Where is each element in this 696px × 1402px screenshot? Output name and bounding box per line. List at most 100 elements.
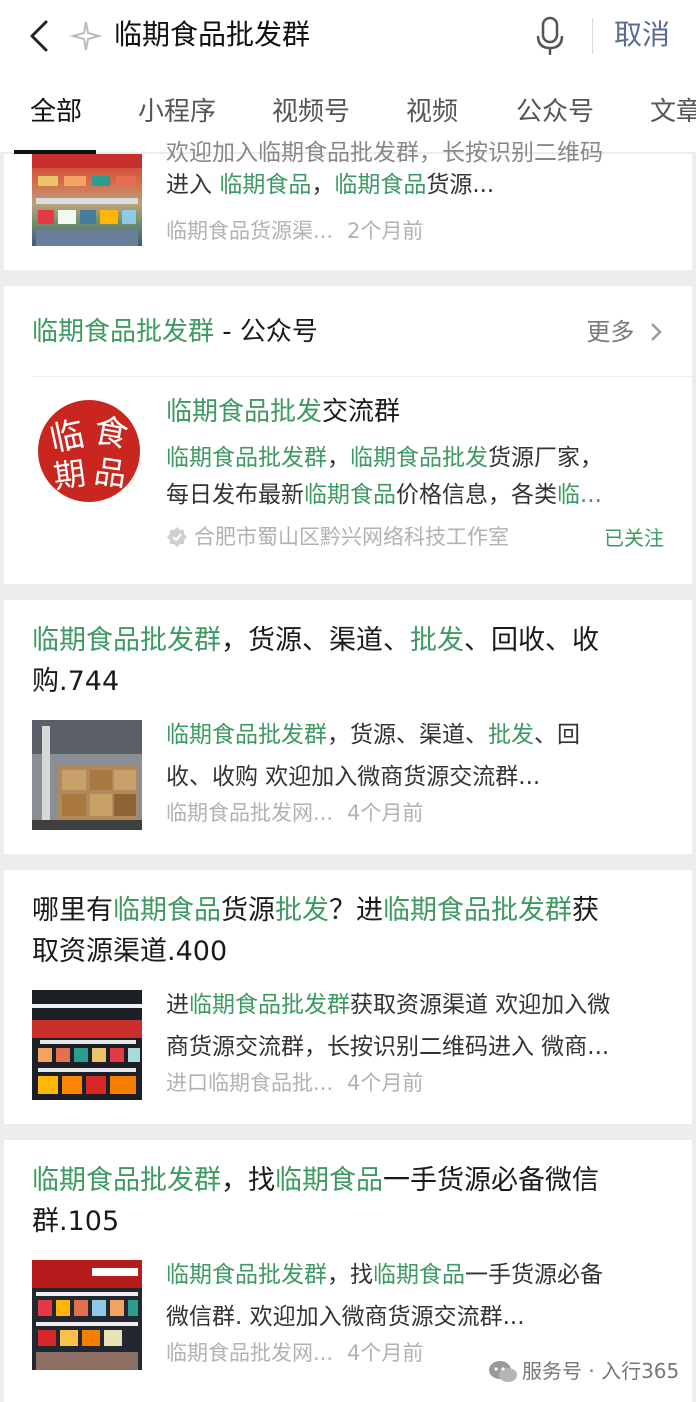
search-bar: 临期食品批发群 取消 bbox=[0, 0, 696, 72]
snippet-highlight: 临期食品 bbox=[373, 1262, 465, 1288]
title-highlight: 临期食品批发群 bbox=[32, 1165, 221, 1196]
result-title: 哪里有临期食品货源批发？进临期食品批发群获取资源渠道.400 bbox=[32, 890, 668, 972]
official-account-description: 临期食品批发群，临期食品批发货源厂家， 每日发布最新临期食品价格信息，各类临..… bbox=[166, 440, 672, 514]
tab-official-accounts[interactable]: 公众号 bbox=[516, 92, 594, 132]
logo-character: 品 bbox=[92, 452, 129, 494]
result-card-1[interactable]: 临期食品批发群，货源、渠道、批发、回收、收 购.744 临期食品批发群，货源、渠道… bbox=[4, 600, 692, 854]
desc-text: 每日发布最新 bbox=[166, 482, 304, 508]
result-snippet: 进临期食品批发群获取资源渠道 欢迎加入微 商货源交流群，长按识别二维码进入 微商… bbox=[166, 984, 668, 1068]
tab-mini-programs[interactable]: 小程序 bbox=[138, 92, 216, 132]
title-text: 购.744 bbox=[32, 666, 120, 697]
snippet-text: 一手货源必备 bbox=[465, 1262, 603, 1288]
result-card-2[interactable]: 哪里有临期食品货源批发？进临期食品批发群获 取资源渠道.400 进临期食品批发群获… bbox=[4, 870, 692, 1124]
result-card-0[interactable]: 欢迎加入临期食品批发群，长按识别二维码 进入 临期食品，临期食品货源... 临期… bbox=[4, 140, 692, 270]
snippet-text: 微信群. 欢迎加入微商货源交流群... bbox=[166, 1304, 525, 1330]
snippet-highlight: 临期食品 bbox=[219, 172, 312, 198]
tab-videos[interactable]: 视频 bbox=[406, 92, 458, 132]
result-title: 临期食品批发群，货源、渠道、批发、回收、收 购.744 bbox=[32, 620, 668, 702]
snippet-text: ， bbox=[311, 172, 335, 198]
chevron-right-icon bbox=[651, 323, 662, 341]
back-arrow-icon[interactable] bbox=[22, 16, 58, 56]
result-thumbnail bbox=[32, 720, 142, 830]
microphone-icon[interactable] bbox=[534, 14, 566, 58]
result-time: 4个月前 bbox=[347, 801, 424, 825]
snippet-text: 货源... bbox=[426, 172, 495, 198]
logo-character: 期 bbox=[51, 454, 88, 496]
title-highlight: 批发 bbox=[410, 625, 464, 656]
result-snippet: 临期食品批发群，找临期食品一手货源必备 微信群. 欢迎加入微商货源交流群... bbox=[166, 1254, 668, 1338]
title-text: 群.105 bbox=[32, 1206, 120, 1237]
followed-status: 已关注 bbox=[604, 526, 664, 550]
more-link[interactable]: 更多 bbox=[586, 312, 664, 352]
account-name-rest: 交流群 bbox=[322, 397, 401, 427]
snippet-text: 进 bbox=[166, 992, 189, 1018]
title-text: 哪里有 bbox=[32, 895, 113, 926]
snippet-text: 、回 bbox=[534, 722, 580, 748]
wechat-icon bbox=[489, 1361, 517, 1382]
snippet-text: ，找 bbox=[327, 1262, 373, 1288]
section-header-keyword: 临期食品批发群 bbox=[32, 317, 215, 347]
logo-character: 食 bbox=[91, 410, 131, 455]
result-time: 4个月前 bbox=[347, 1341, 424, 1365]
section-header-label: - 公众号 bbox=[214, 317, 318, 347]
desc-highlight: 临期食品 bbox=[304, 482, 396, 508]
result-thumbnail bbox=[32, 154, 142, 246]
desc-highlight: 临期食品批发群 bbox=[166, 445, 327, 471]
snippet-highlight: 批发 bbox=[488, 722, 534, 748]
title-highlight: 临期食品批发群 bbox=[383, 895, 572, 926]
snippet-text: ，货源、渠道、 bbox=[327, 722, 488, 748]
result-source: 进口临期食品批... bbox=[166, 1071, 334, 1095]
title-text: 获 bbox=[572, 895, 599, 926]
snippet-text: 进入 bbox=[166, 172, 220, 198]
title-text: ？进 bbox=[329, 895, 383, 926]
desc-text: 货源厂家， bbox=[488, 445, 603, 471]
snippet-highlight: 临期食品批发群 bbox=[166, 1262, 327, 1288]
snippet-text: 获取资源渠道 欢迎加入微 bbox=[350, 992, 611, 1018]
search-divider bbox=[592, 18, 593, 54]
title-highlight: 批发 bbox=[275, 895, 329, 926]
desc-highlight: 临期食品批发 bbox=[350, 445, 488, 471]
result-time: 4个月前 bbox=[347, 1071, 424, 1095]
title-text: ，找 bbox=[221, 1165, 275, 1196]
more-label: 更多 bbox=[586, 318, 635, 346]
sparkle-icon bbox=[69, 21, 103, 51]
title-text: 、回收、收 bbox=[464, 625, 599, 656]
verification-info: 合肥市蜀山区黔兴网络科技工作室 bbox=[166, 522, 509, 552]
snippet-text: 商货源交流群，长按识别二维码进入 微商... bbox=[166, 1034, 610, 1060]
desc-text: 价格信息，各类 bbox=[396, 482, 557, 508]
title-text: 取资源渠道.400 bbox=[32, 936, 228, 967]
result-meta: 临期食品批发网... 4个月前 bbox=[166, 798, 423, 828]
snippet-highlight: 临期食品批发群 bbox=[166, 722, 327, 748]
title-text: 一手货源必备微信 bbox=[383, 1165, 599, 1196]
result-source: 临期食品货源渠... bbox=[166, 219, 334, 243]
result-meta: 进口临期食品批... 4个月前 bbox=[166, 1068, 423, 1098]
section-header: 临期食品批发群 - 公众号 bbox=[32, 312, 318, 352]
official-account-name[interactable]: 临期食品批发交流群 bbox=[166, 392, 400, 432]
snippet-text: 收、收购 欢迎加入微商货源交流群... bbox=[166, 764, 541, 790]
section-divider bbox=[32, 376, 692, 377]
result-thumbnail bbox=[32, 1260, 142, 1370]
result-time: 2个月前 bbox=[347, 219, 424, 243]
tab-all[interactable]: 全部 bbox=[30, 92, 82, 132]
cancel-button[interactable]: 取消 bbox=[614, 14, 670, 56]
title-highlight: 临期食品 bbox=[113, 895, 221, 926]
result-title: 临期食品批发群，找临期食品一手货源必备微信 群.105 bbox=[32, 1160, 668, 1242]
result-meta: 临期食品批发网... 4个月前 bbox=[166, 1338, 423, 1368]
tab-articles[interactable]: 文章 bbox=[650, 92, 696, 132]
tab-channels[interactable]: 视频号 bbox=[272, 92, 350, 132]
title-text: ，货源、渠道、 bbox=[221, 625, 410, 656]
result-meta: 临期食品货源渠... 2个月前 bbox=[166, 216, 423, 246]
snippet-highlight: 临期食品批发群 bbox=[189, 992, 350, 1018]
result-thumbnail bbox=[32, 990, 142, 1100]
official-account-avatar[interactable]: 临 食 期 品 bbox=[38, 400, 140, 502]
official-account-section: 临期食品批发群 - 公众号 更多 临 食 期 品 临期食品批发交流群 临期食品批… bbox=[4, 286, 692, 584]
verified-by-text: 合肥市蜀山区黔兴网络科技工作室 bbox=[194, 525, 509, 549]
desc-text: ， bbox=[327, 445, 350, 471]
snippet-highlight: 临期食品 bbox=[334, 172, 427, 198]
title-text: 货源 bbox=[221, 895, 275, 926]
desc-highlight: 临... bbox=[557, 482, 602, 508]
result-source: 临期食品批发网... bbox=[166, 801, 334, 825]
search-input[interactable]: 临期食品批发群 bbox=[114, 14, 310, 56]
watermark-text: 服务号 · 入行365 bbox=[522, 1359, 680, 1383]
result-snippet: 进入 临期食品，临期食品货源... bbox=[166, 164, 668, 206]
